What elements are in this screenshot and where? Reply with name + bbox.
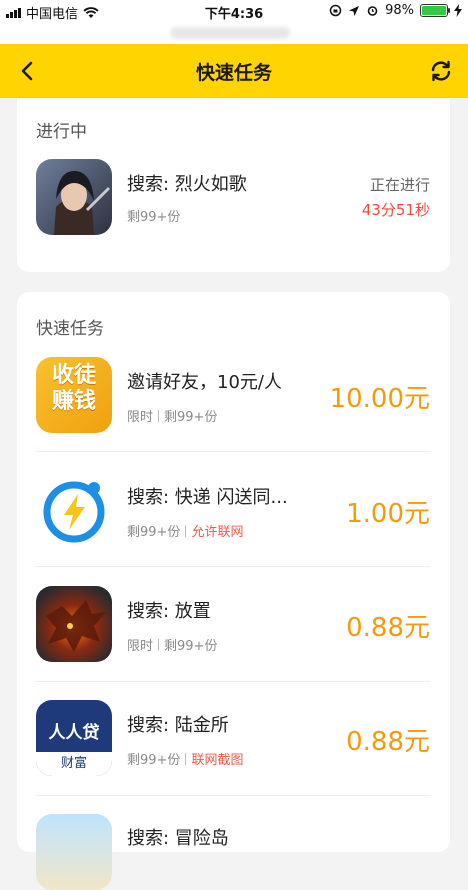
- task-reward: 1.00元: [346, 499, 430, 529]
- task-reward: 10.00元: [329, 384, 430, 414]
- task-name: 搜索: 冒险岛: [127, 828, 229, 849]
- page-title: 快速任务: [195, 62, 272, 84]
- task-meta: 剩99+份 允许联网: [127, 521, 243, 540]
- battery-icon: [420, 4, 450, 17]
- divider: [36, 795, 431, 796]
- task-status: 正在进行: [369, 176, 430, 194]
- game-app-icon: [36, 159, 112, 235]
- task-name: 邀请好友，10元/人: [127, 372, 282, 393]
- in-progress-section-title: 进行中: [36, 122, 87, 142]
- task-reward: 0.88元: [346, 613, 430, 643]
- charging-icon: [454, 4, 462, 17]
- maplestory-app-icon: [36, 814, 112, 890]
- dragon-app-icon: [36, 586, 112, 662]
- task-name: 搜索: 放置: [127, 601, 211, 622]
- refresh-button[interactable]: [428, 58, 454, 84]
- task-tag: 限时: [127, 410, 154, 425]
- remaining-count: 剩99+份: [164, 639, 218, 654]
- in-progress-task-remaining: 剩99+份: [127, 206, 180, 225]
- remaining-count: 剩99+份: [127, 210, 181, 225]
- invite-icon-text-1: 收徒: [51, 363, 96, 388]
- task-meta: 限时 剩99+份: [127, 635, 217, 654]
- alarm-icon: [367, 6, 378, 16]
- location-icon: [349, 5, 360, 16]
- renrendai-icon-text-2: 财富: [36, 752, 112, 776]
- rotation-lock-icon: [329, 4, 342, 17]
- task-meta: 剩99+份 联网截图: [127, 749, 243, 768]
- task-meta: 限时 剩99+份: [127, 406, 217, 425]
- renrendai-icon-text-1: 人人贷: [48, 723, 100, 743]
- task-countdown: 43分51秒: [361, 201, 430, 219]
- in-progress-task-name: 搜索: 烈火如歌: [127, 174, 247, 195]
- invite-icon-text-2: 赚钱: [51, 389, 96, 414]
- divider: [36, 451, 431, 452]
- task-tag: 允许联网: [191, 525, 244, 540]
- blurred-notch-area: [0, 22, 468, 44]
- task-name: 搜索: 陆金所: [127, 715, 229, 736]
- in-progress-card: 进行中 搜索: 烈火如歌 剩99+份 正在进行 43分51秒: [17, 98, 450, 272]
- battery-percent: 98%: [385, 3, 414, 18]
- renrendai-app-icon: 人人贷 财富: [36, 700, 112, 776]
- divider: [36, 566, 431, 567]
- task-name: 搜索: 快递 闪送同...: [127, 487, 288, 508]
- task-tag: 联网截图: [191, 753, 244, 768]
- quick-tasks-card: 快速任务 收徒 赚钱 邀请好友，10元/人 限时 剩99+份 10.00元 搜索:…: [17, 292, 450, 890]
- quick-tasks-section-title: 快速任务: [36, 319, 104, 339]
- express-app-icon: [36, 472, 112, 548]
- divider: [36, 681, 431, 682]
- task-tag: 限时: [127, 639, 154, 654]
- remaining-count: 剩99+份: [127, 753, 181, 768]
- remaining-count: 剩99+份: [127, 525, 181, 540]
- status-bar: 中国电信 下午4:36 98%: [0, 0, 468, 22]
- invite-app-icon: 收徒 赚钱: [36, 357, 112, 433]
- nav-bar: 快速任务: [0, 44, 468, 98]
- status-right: 98%: [329, 3, 462, 18]
- task-reward: 0.88元: [346, 727, 430, 757]
- remaining-count: 剩99+份: [164, 410, 218, 425]
